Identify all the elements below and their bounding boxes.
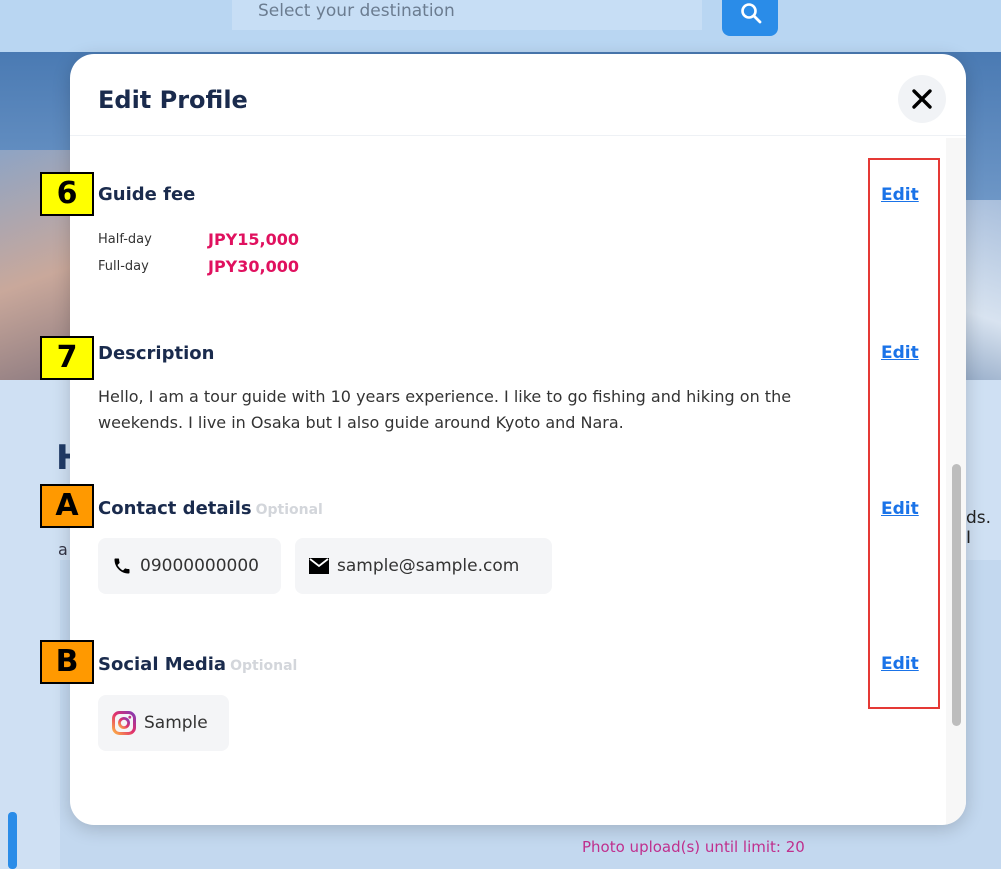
destination-search-placeholder: Select your destination <box>258 1 455 21</box>
annotation-marker-7: 7 <box>40 336 94 380</box>
close-icon <box>912 89 932 109</box>
contact-optional-label: Optional <box>255 502 323 518</box>
edit-profile-modal: Edit Profile Guide fee Edit Half-day JPY… <box>70 54 966 825</box>
annotation-marker-a: A <box>40 484 94 528</box>
close-button[interactable] <box>898 75 946 123</box>
search-button[interactable] <box>722 0 778 36</box>
half-day-price: JPY15,000 <box>208 230 300 249</box>
description-text: Hello, I am a tour guide with 10 years e… <box>98 387 792 432</box>
instagram-chip: Sample <box>98 695 229 751</box>
social-media-title: Social Media Optional <box>98 654 297 675</box>
guide-fee-title: Guide fee <box>98 184 196 205</box>
contact-details-title: Contact details Optional <box>98 498 323 519</box>
edit-links-highlight-box <box>868 158 940 709</box>
phone-chip: 09000000000 <box>98 538 281 594</box>
instagram-icon <box>112 711 136 735</box>
full-day-label: Full-day <box>98 259 149 274</box>
envelope-icon <box>309 558 329 574</box>
scrollbar-thumb[interactable] <box>952 464 961 726</box>
phone-number: 09000000000 <box>140 556 259 576</box>
background-text-fragment-right: ds. I <box>966 508 992 548</box>
half-day-label: Half-day <box>98 232 152 247</box>
full-day-price: JPY30,000 <box>208 257 300 276</box>
background-text-fragment: a <box>58 540 68 559</box>
modal-header: Edit Profile <box>70 54 966 136</box>
modal-title: Edit Profile <box>98 86 248 114</box>
social-media-label: Social Media <box>98 654 227 675</box>
annotation-marker-b: B <box>40 640 94 684</box>
background-blue-tab[interactable] <box>8 812 17 869</box>
instagram-handle: Sample <box>144 713 208 733</box>
photo-upload-limit: Photo upload(s) until limit: 20 <box>582 838 805 856</box>
email-chip: sample@sample.com <box>295 538 552 594</box>
description-title: Description <box>98 343 215 364</box>
annotation-marker-6: 6 <box>40 172 94 216</box>
social-optional-label: Optional <box>230 658 298 674</box>
search-icon <box>741 3 762 24</box>
email-address: sample@sample.com <box>337 556 520 576</box>
phone-icon <box>112 556 132 576</box>
contact-details-label: Contact details <box>98 498 252 519</box>
